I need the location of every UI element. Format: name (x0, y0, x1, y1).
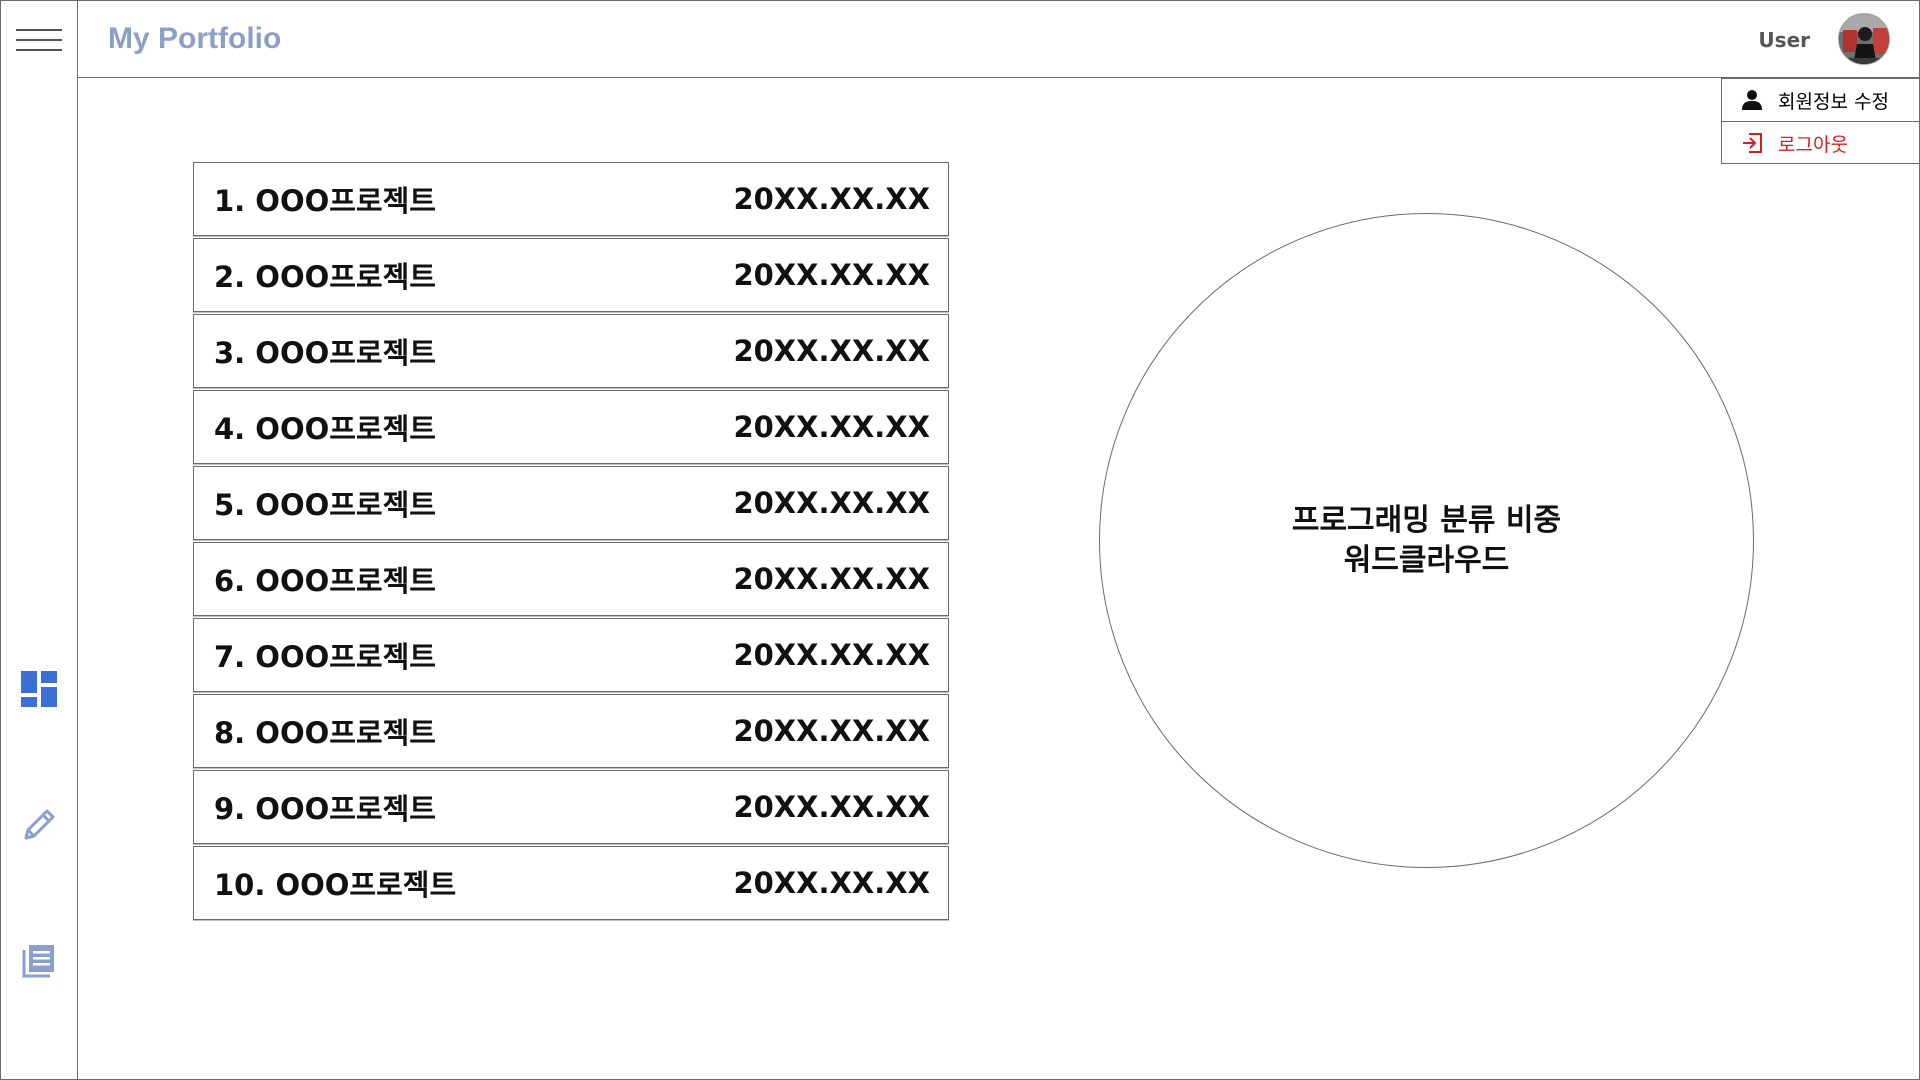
user-name-label[interactable]: User (1758, 28, 1810, 52)
project-row[interactable]: 2. OOO프로젝트 20XX.XX.XX (193, 238, 949, 312)
project-date: 20XX.XX.XX (733, 866, 930, 900)
project-name: 7. OOO프로젝트 (214, 640, 436, 674)
project-row[interactable]: 7. OOO프로젝트 20XX.XX.XX (193, 618, 949, 692)
project-date: 20XX.XX.XX (733, 790, 930, 824)
project-name: 1. OOO프로젝트 (214, 184, 436, 218)
project-date: 20XX.XX.XX (733, 182, 930, 216)
project-date: 20XX.XX.XX (733, 486, 930, 520)
logout-label: 로그아웃 (1778, 133, 1848, 156)
user-dropdown-menu: 회원정보 수정 로그아웃 (1721, 78, 1920, 164)
edit-profile-label: 회원정보 수정 (1778, 90, 1889, 113)
top-header: My Portfolio User (78, 0, 1920, 78)
document-list-icon[interactable] (18, 940, 60, 982)
project-date: 20XX.XX.XX (733, 638, 930, 672)
project-row[interactable]: 4. OOO프로젝트 20XX.XX.XX (193, 390, 949, 464)
project-row[interactable]: 5. OOO프로젝트 20XX.XX.XX (193, 466, 949, 540)
project-date: 20XX.XX.XX (733, 562, 930, 596)
project-row[interactable]: 10. OOO프로젝트 20XX.XX.XX (193, 846, 949, 920)
project-name: 5. OOO프로젝트 (214, 488, 436, 522)
project-name: 6. OOO프로젝트 (214, 564, 436, 598)
project-row[interactable]: 6. OOO프로젝트 20XX.XX.XX (193, 542, 949, 616)
app-title[interactable]: My Portfolio (108, 22, 281, 56)
project-name: 10. OOO프로젝트 (214, 868, 457, 902)
sidebar (0, 0, 78, 1080)
word-cloud-subtitle: 워드클라우드 (1343, 542, 1510, 578)
project-row[interactable]: 8. OOO프로젝트 20XX.XX.XX (193, 694, 949, 768)
word-cloud-placeholder: 프로그래밍 분류 비중 워드클라우드 (1099, 213, 1754, 868)
user-avatar[interactable] (1838, 13, 1890, 65)
logout-menu-item[interactable]: 로그아웃 (1722, 122, 1919, 164)
project-list: 1. OOO프로젝트 20XX.XX.XX 2. OOO프로젝트 20XX.XX… (193, 162, 949, 922)
pencil-icon[interactable] (18, 804, 60, 846)
project-row[interactable]: 3. OOO프로젝트 20XX.XX.XX (193, 314, 949, 388)
project-name: 3. OOO프로젝트 (214, 336, 436, 370)
project-row[interactable]: 1. OOO프로젝트 20XX.XX.XX (193, 162, 949, 236)
hamburger-menu-icon[interactable] (16, 29, 62, 53)
project-date: 20XX.XX.XX (733, 258, 930, 292)
project-name: 8. OOO프로젝트 (214, 716, 436, 750)
dashboard-icon[interactable] (18, 668, 60, 710)
word-cloud-title: 프로그래밍 분류 비중 (1291, 502, 1562, 538)
person-icon (1740, 88, 1764, 112)
project-date: 20XX.XX.XX (733, 334, 930, 368)
project-name: 9. OOO프로젝트 (214, 792, 436, 826)
project-name: 2. OOO프로젝트 (214, 260, 436, 294)
project-date: 20XX.XX.XX (733, 714, 930, 748)
edit-profile-menu-item[interactable]: 회원정보 수정 (1722, 79, 1919, 122)
project-date: 20XX.XX.XX (733, 410, 930, 444)
project-name: 4. OOO프로젝트 (214, 412, 436, 446)
logout-icon (1740, 131, 1764, 155)
project-row[interactable]: 9. OOO프로젝트 20XX.XX.XX (193, 770, 949, 844)
